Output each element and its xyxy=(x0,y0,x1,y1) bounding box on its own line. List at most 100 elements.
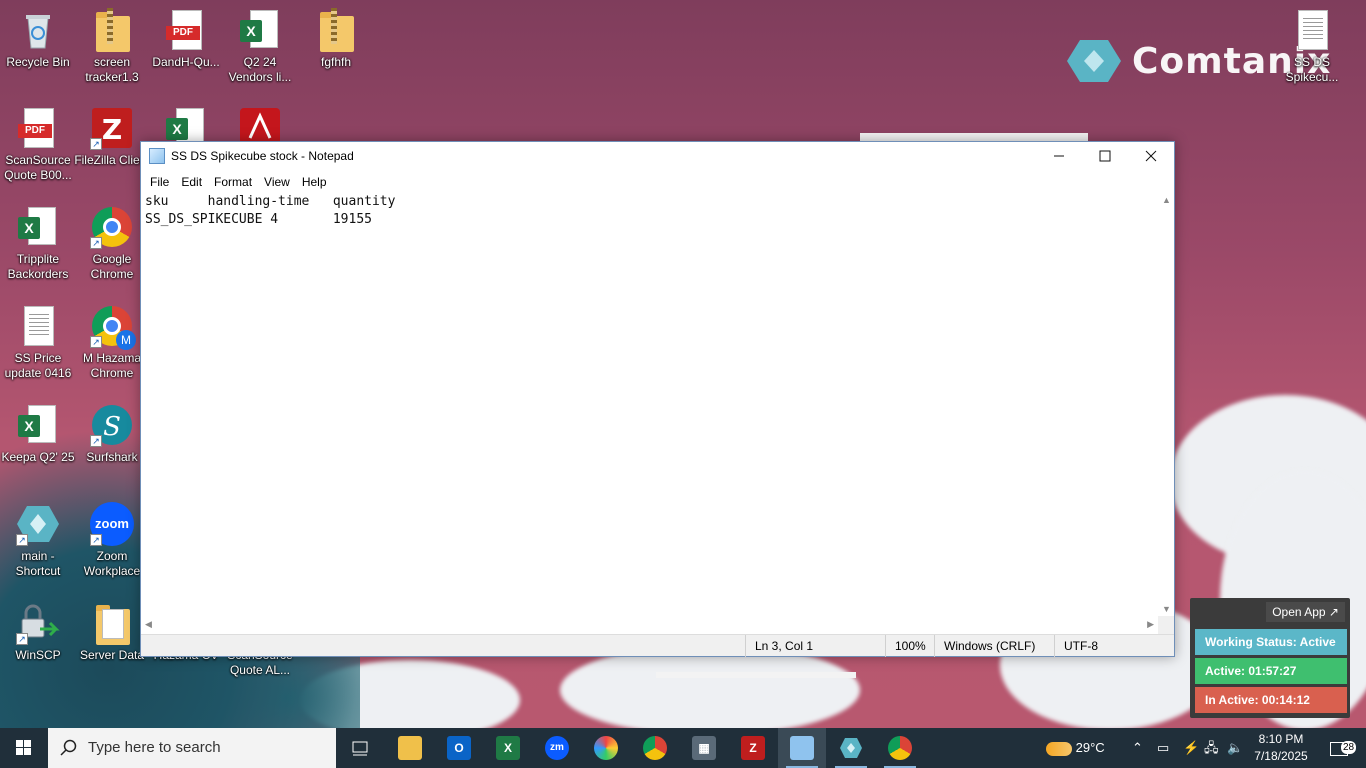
notification-center[interactable]: 28 xyxy=(1322,728,1357,768)
calculator-icon: ▦ xyxy=(692,736,716,760)
desktop-icon-label: ScanSource Quote B00... xyxy=(4,153,72,182)
menu-format[interactable]: Format xyxy=(208,175,258,189)
working-status: Working Status: Active xyxy=(1195,629,1347,655)
text-line: sku handling-time quantity xyxy=(145,194,396,209)
comtanix-app-icon: ↗ xyxy=(16,502,60,546)
text-editor[interactable]: sku handling-time quantity SS_DS_SPIKECUB… xyxy=(141,193,1158,616)
desktop-icon-surfshark[interactable]: S ↗ Surfshark xyxy=(74,403,150,465)
zoom-level: 100% xyxy=(885,635,934,657)
shortcut-arrow-icon: ↗ xyxy=(16,534,28,546)
tray-icon-network-drive[interactable]: ▭ xyxy=(1157,728,1169,768)
desktop-icon-keepa-q2-25[interactable]: X Keepa Q2' 25 xyxy=(0,403,76,465)
cloud xyxy=(560,645,860,728)
zoom-icon: zm xyxy=(545,736,569,760)
search-box[interactable]: Type here to search xyxy=(48,728,336,768)
task-view-button[interactable] xyxy=(336,728,384,768)
desktop-icon-m-hazama-chrome[interactable]: M ↗ M Hazama Chrome xyxy=(74,304,150,381)
taskbar-paint[interactable] xyxy=(582,728,630,768)
desktop-icon-filezilla[interactable]: Z ↗ FileZilla Client xyxy=(74,106,150,168)
shortcut-arrow-icon: ↗ xyxy=(90,435,102,447)
system-clock[interactable]: 8:10 PM 7/18/2025 xyxy=(1250,731,1312,765)
desktop-icon-google-chrome[interactable]: ↗ Google Chrome xyxy=(74,205,150,282)
minimize-button[interactable] xyxy=(1036,142,1082,170)
desktop-icon-label: Server Data xyxy=(79,648,145,662)
desktop-icon-label: Google Chrome xyxy=(90,252,134,281)
chrome-icon xyxy=(888,736,912,760)
text-file-icon xyxy=(1290,8,1334,52)
horizontal-scrollbar[interactable]: ◀ ▶ xyxy=(141,616,1158,634)
outlook-icon: O xyxy=(447,736,471,760)
taskbar-zoom[interactable]: zm xyxy=(533,728,581,768)
desktop-icon-ss-ds-spikecube[interactable]: SS DS Spikecu... xyxy=(1274,8,1350,85)
notepad-icon xyxy=(790,736,814,760)
excel-file-icon: X xyxy=(16,403,60,447)
scroll-up-icon[interactable]: ▲ xyxy=(1162,195,1171,205)
title-bar[interactable]: SS DS Spikecube stock - Notepad xyxy=(141,142,1174,170)
menu-edit[interactable]: Edit xyxy=(175,175,208,189)
volume-icon: 🔈 xyxy=(1227,740,1244,755)
show-hidden-icons[interactable]: ⌃ xyxy=(1132,728,1143,768)
desktop-icon-q2-24-vendors[interactable]: X Q2 24 Vendors li... xyxy=(222,8,298,85)
vertical-scrollbar[interactable]: ▲ ▼ xyxy=(1158,193,1174,616)
shortcut-arrow-icon: ↗ xyxy=(90,237,102,249)
desktop-icon-main-shortcut[interactable]: ↗ main - Shortcut xyxy=(0,502,76,579)
desktop-icon-dandh-quote[interactable]: PDF DandH-Qu... xyxy=(148,8,224,70)
status-bar: Ln 3, Col 1 100% Windows (CRLF) UTF-8 xyxy=(141,634,1174,657)
taskbar-outlook[interactable]: O xyxy=(435,728,483,768)
comtanix-hex-icon xyxy=(840,738,862,758)
weather-temp: 29°C xyxy=(1075,740,1105,755)
desktop-icon-label: screen tracker1.3 xyxy=(85,55,139,84)
excel-icon: X xyxy=(496,736,520,760)
taskbar-filezilla[interactable]: Z xyxy=(729,728,777,768)
scroll-down-icon[interactable]: ▼ xyxy=(1162,604,1171,614)
desktop-icon-scansource-quote-b00[interactable]: PDF ScanSource Quote B00... xyxy=(0,106,76,183)
tray-icon-power[interactable]: ⚡ xyxy=(1183,728,1199,768)
tray-icon-network[interactable]: 🖧 xyxy=(1204,728,1219,768)
taskbar-chrome[interactable] xyxy=(876,728,924,768)
background-shape xyxy=(656,672,856,678)
active-time: Active: 01:57:27 xyxy=(1195,658,1347,684)
desktop-icon-winscp[interactable]: ↗ WinSCP xyxy=(0,601,76,663)
start-button[interactable] xyxy=(0,728,48,768)
close-button[interactable] xyxy=(1128,142,1174,170)
tray-icon-volume[interactable]: 🔈 xyxy=(1227,728,1243,768)
desktop-icon-recycle-bin[interactable]: Recycle Bin xyxy=(0,8,76,70)
windows-logo-icon xyxy=(16,740,31,755)
desktop-icon-label: M Hazama Chrome xyxy=(82,351,141,380)
maximize-button[interactable] xyxy=(1082,142,1128,170)
minimize-icon xyxy=(1054,155,1064,157)
chevron-up-icon: ⌃ xyxy=(1132,740,1143,755)
desktop-icon-fgfhfh[interactable]: fgfhfh xyxy=(298,8,374,70)
time-tracker-widget: Open App ↗ Working Status: Active Active… xyxy=(1190,598,1350,718)
notepad-window[interactable]: SS DS Spikecube stock - Notepad File Edi… xyxy=(140,141,1175,657)
folder-icon xyxy=(90,601,134,645)
desktop-icon-label: DandH-Qu... xyxy=(152,55,220,69)
desktop-icon-zoom-workplace[interactable]: zoom ↗ Zoom Workplace xyxy=(74,502,150,579)
desktop-icon-label: Zoom Workplace xyxy=(83,549,141,578)
chrome-icon: ↗ xyxy=(90,205,134,249)
scroll-left-icon[interactable]: ◀ xyxy=(145,619,152,630)
taskbar-file-explorer[interactable] xyxy=(386,728,434,768)
desktop-icon-label: Keepa Q2' 25 xyxy=(1,450,75,464)
taskbar-calculator[interactable]: ▦ xyxy=(680,728,728,768)
network-icon: 🖧 xyxy=(1204,740,1219,755)
text-line: SS_DS_SPIKECUBE 4 19155 xyxy=(145,212,372,227)
text-file-icon xyxy=(16,304,60,348)
taskbar-chrome-profile[interactable] xyxy=(631,728,679,768)
open-app-button[interactable]: Open App ↗ xyxy=(1266,602,1345,622)
desktop-icon-label: Q2 24 Vendors li... xyxy=(228,55,292,84)
folder-icon xyxy=(398,736,422,760)
menu-file[interactable]: File xyxy=(144,175,175,189)
scroll-corner xyxy=(1158,616,1174,634)
weather-widget[interactable]: 29°C xyxy=(1046,728,1105,768)
menu-view[interactable]: View xyxy=(258,175,296,189)
menu-help[interactable]: Help xyxy=(296,175,333,189)
taskbar-comtanix[interactable] xyxy=(827,728,875,768)
desktop-icon-screen-tracker[interactable]: screen tracker1.3 xyxy=(74,8,150,85)
desktop-icon-ss-price-update[interactable]: SS Price update 0416 xyxy=(0,304,76,381)
taskbar-excel[interactable]: X xyxy=(484,728,532,768)
taskbar-notepad[interactable] xyxy=(778,728,826,768)
desktop-icon-tripplite-backorders[interactable]: X Tripplite Backorders xyxy=(0,205,76,282)
desktop-icon-server-data[interactable]: Server Data xyxy=(74,601,150,663)
scroll-right-icon[interactable]: ▶ xyxy=(1147,619,1154,630)
